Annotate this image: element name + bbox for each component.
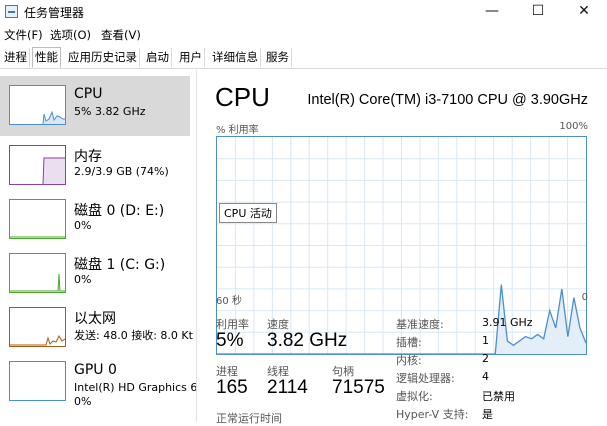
device-name: GPU 0 <box>74 362 117 378</box>
device-status: Intel(R) HD Graphics 6 <box>74 381 197 394</box>
close-button[interactable]: ✕ <box>561 0 607 24</box>
base-speed-value: 3.91 GHz <box>482 316 533 329</box>
virtualization-label: 虚拟化: <box>396 390 433 403</box>
tab-details[interactable]: 详细信息 <box>210 48 261 67</box>
gpu-thumbnail-graph <box>9 361 66 401</box>
y-axis-max-label: 100% <box>559 121 588 132</box>
base-speed-label: 基准速度: <box>396 318 444 331</box>
minimize-button[interactable]: — <box>469 0 515 24</box>
device-disk-0[interactable]: 磁盘 0 (D: E:) 0% <box>0 190 190 250</box>
tab-services[interactable]: 服务 <box>264 48 292 67</box>
memory-thumbnail-graph <box>9 145 66 185</box>
hyper-v-label: Hyper-V 支持: <box>396 408 469 421</box>
cpu-thumbnail-graph <box>9 85 66 125</box>
cpu-model: Intel(R) Core(TM) i3-7100 CPU @ 3.90GHz <box>307 92 588 108</box>
device-status: 发送: 48.0 接收: 8.0 Kt <box>74 329 193 342</box>
speed-value: 3.82 GHz <box>267 330 348 351</box>
device-cpu[interactable]: CPU 5% 3.82 GHz <box>0 76 190 136</box>
handles-value: 71575 <box>332 377 385 398</box>
device-name: 磁盘 1 (C: G:) <box>74 257 166 273</box>
menu-options[interactable]: 选项(O) <box>50 27 91 43</box>
ethernet-thumbnail-graph <box>9 307 66 347</box>
cores-label: 内核: <box>396 354 422 367</box>
x-axis-label: 60 秒 <box>216 296 242 307</box>
menu-file[interactable]: 文件(F) <box>4 27 43 43</box>
title-bar: 任务管理器 — ☐ ✕ <box>0 0 607 24</box>
y-axis-label: % 利用率 <box>216 125 259 136</box>
device-ethernet[interactable]: 以太网 发送: 48.0 接收: 8.0 Kt <box>0 298 193 358</box>
device-status: 0% <box>74 219 92 232</box>
threads-value: 2114 <box>267 377 308 398</box>
logical-processors-value: 4 <box>482 370 489 383</box>
window-title: 任务管理器 <box>24 6 85 20</box>
tab-startup[interactable]: 启动 <box>144 48 172 67</box>
logical-processors-label: 逻辑处理器: <box>396 372 455 385</box>
cpu-activity-label: CPU 活动 <box>219 203 277 223</box>
device-status: 2.9/3.9 GB (74%) <box>74 165 169 178</box>
disk-1-thumbnail-graph <box>9 253 66 293</box>
page-title: CPU <box>215 82 270 112</box>
device-utilization: 0% <box>74 395 92 408</box>
tab-processes[interactable]: 进程 <box>2 48 30 67</box>
sockets-label: 插槽: <box>396 336 422 349</box>
virtualization-value: 已禁用 <box>482 390 515 403</box>
device-name: 以太网 <box>74 311 116 327</box>
menu-bar: 文件(F) 选项(O) 查看(V) <box>0 25 607 44</box>
menu-view[interactable]: 查看(V) <box>101 27 141 43</box>
device-name: CPU <box>74 86 103 102</box>
tab-users[interactable]: 用户 <box>177 48 205 67</box>
disk-0-thumbnail-graph <box>9 199 66 239</box>
device-name: 磁盘 0 (D: E:) <box>74 203 165 219</box>
device-disk-1[interactable]: 磁盘 1 (C: G:) 0% <box>0 244 190 304</box>
tab-app-history[interactable]: 应用历史记录 <box>66 48 140 67</box>
device-memory[interactable]: 内存 2.9/3.9 GB (74%) <box>0 136 190 196</box>
tab-bar: 进程 性能 应用历史记录 启动 用户 详细信息 服务 <box>0 46 607 69</box>
task-manager-icon <box>5 5 18 18</box>
maximize-button[interactable]: ☐ <box>515 0 561 24</box>
uptime-label: 正常运行时间 <box>216 412 282 425</box>
processes-value: 165 <box>216 377 248 398</box>
device-status: 5% 3.82 GHz <box>74 105 146 118</box>
x-axis-min-label: 0 <box>581 292 588 303</box>
cores-value: 2 <box>482 352 489 365</box>
device-list: CPU 5% 3.82 GHz 内存 2.9/3.9 GB (74%) 磁盘 0… <box>0 70 197 422</box>
device-gpu-0[interactable]: GPU 0 Intel(R) HD Graphics 6 0% <box>0 352 196 412</box>
cpu-detail-panel: CPU Intel(R) Core(TM) i3-7100 CPU @ 3.90… <box>197 70 607 425</box>
sockets-value: 1 <box>482 334 489 347</box>
device-name: 内存 <box>74 149 102 165</box>
utilization-value: 5% <box>216 330 244 351</box>
device-status: 0% <box>74 273 92 286</box>
tab-performance[interactable]: 性能 <box>32 47 61 68</box>
hyper-v-value: 是 <box>482 408 493 421</box>
